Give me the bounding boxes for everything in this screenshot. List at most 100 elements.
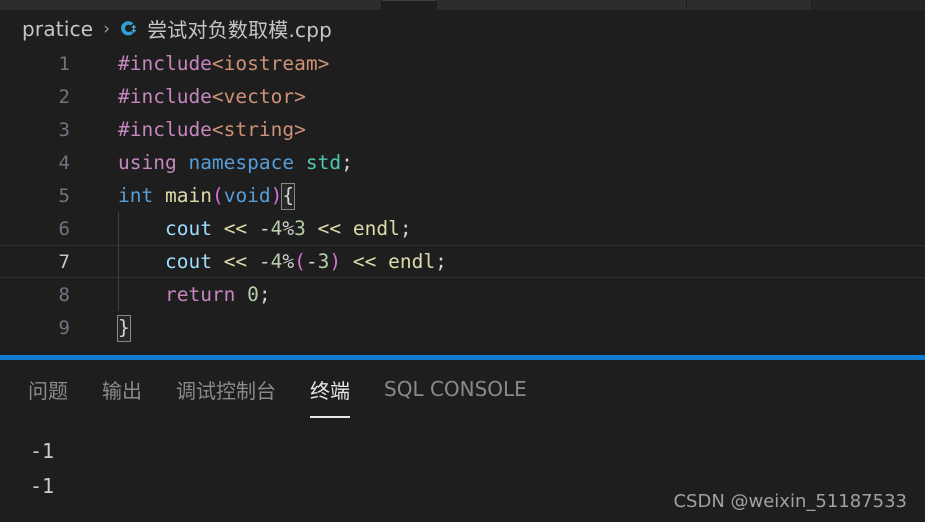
code-token: ; [341,151,353,174]
code-line-text[interactable]: using namespace std; [70,146,925,179]
code-token: #include [118,52,212,75]
code-line-text[interactable]: cout << -4%(-3) << endl; [70,245,925,278]
panel-tab-list: 问题 输出 调试控制台 终端 SQL CONSOLE [0,360,925,420]
code-line-text[interactable]: int main(void){ [70,179,925,212]
indent-guide [118,278,119,311]
code-token: 3 [317,250,330,273]
code-line[interactable]: 7 cout << -4%(-3) << endl; [0,245,925,278]
code-token: using [118,151,177,174]
code-token: <vector> [211,85,306,108]
tab-terminal[interactable]: 终端 [310,375,350,418]
code-token: int [118,184,154,207]
tab-problems[interactable]: 问题 [28,375,68,406]
tab-output[interactable]: 输出 [102,375,142,406]
line-number: 6 [58,217,70,240]
code-token: void [223,184,271,207]
code-token: % [282,250,295,273]
code-token: << [223,250,248,273]
code-token: - [258,217,271,240]
code-line-text[interactable]: #include<vector> [70,80,925,113]
vscode-window: pratice › 尝试对负数取模.cpp 1 #include<iostream… [0,0,925,522]
code-line-text[interactable]: cout << -4%3 << endl; [70,212,925,245]
line-number: 4 [58,151,70,174]
editor-tab-bar [0,0,925,10]
tab-slot-2-active[interactable] [382,0,437,10]
line-number: 3 [58,118,70,141]
code-token: return [164,283,236,306]
line-number: 8 [58,283,70,306]
cpp-file-icon [119,19,138,38]
code-token: main [164,184,212,207]
code-line[interactable]: 8 return 0; [0,278,925,311]
indent-guide [118,245,119,278]
code-token: { [281,183,296,210]
code-token: cout [164,250,212,273]
code-token: endl [388,250,436,273]
code-line[interactable]: 4 using namespace std; [0,146,925,179]
code-token: ) [270,184,283,207]
breadcrumb-folder[interactable]: pratice [22,17,93,41]
code-line-text[interactable]: } [70,311,925,344]
code-token: << [352,250,377,273]
code-token: ; [399,217,412,240]
code-token: 4 [270,250,283,273]
code-line-text[interactable]: return 0; [70,278,925,311]
code-line[interactable]: 1 #include<iostream> [0,47,925,80]
code-line[interactable]: 5 int main(void){ [0,179,925,212]
code-token: namespace [188,151,295,174]
tab-bar-empty-space [812,0,925,10]
code-token: } [117,315,131,342]
indent-guide [118,212,119,245]
code-line[interactable]: 2 #include<vector> [0,80,925,113]
tab-sql-console[interactable]: SQL CONSOLE [384,377,527,403]
code-token: 0 [247,283,259,306]
tab-slot-1[interactable] [0,0,382,10]
tab-slot-4[interactable] [687,0,812,10]
code-token: #include [118,85,212,108]
csdn-watermark: CSDN @weixin_51187533 [673,491,907,512]
code-token: std [305,151,342,174]
terminal-line: -1 [30,439,55,463]
chevron-right-icon: › [103,18,111,39]
code-token: 3 [294,217,306,240]
code-token: ; [258,283,271,306]
code-line[interactable]: 3 #include<string> [0,113,925,146]
code-line-text[interactable]: #include<iostream> [70,47,925,80]
code-line[interactable]: 9} [0,311,925,344]
breadcrumb-file[interactable]: 尝试对负数取模.cpp [147,14,332,43]
line-number: 2 [58,85,70,108]
tab-slot-3[interactable] [437,0,687,10]
code-token: << [223,217,248,240]
code-token: endl [352,217,400,240]
code-token: - [305,250,318,273]
code-token: 4 [270,217,283,240]
code-editor[interactable]: 1 #include<iostream> 2 #include<vector> 3 #in… [0,47,925,355]
code-token: #include [118,118,212,141]
code-line-text[interactable]: #include<string> [70,113,925,146]
tab-debug-console[interactable]: 调试控制台 [176,375,276,406]
code-token: ) [329,250,342,273]
code-token: ( [294,250,306,273]
code-line[interactable]: 6 cout << -4%3 << endl; [0,212,925,245]
code-token: - [258,250,271,273]
line-number: 9 [58,316,70,339]
code-token: ; [435,250,447,273]
line-number: 7 [58,250,70,273]
line-number: 5 [58,184,70,207]
code-token: % [282,217,295,240]
